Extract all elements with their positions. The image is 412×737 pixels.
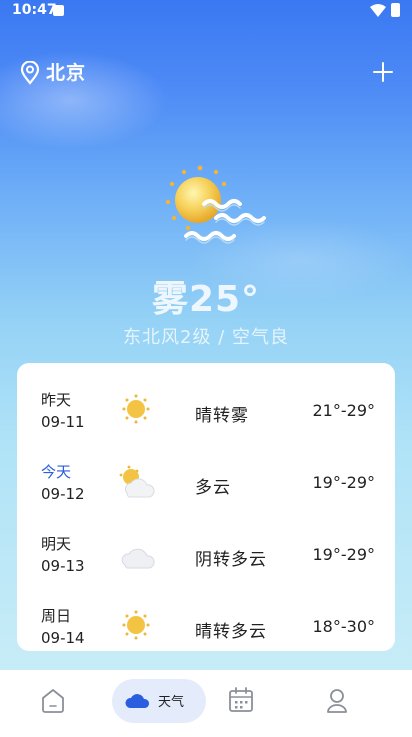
forecast-day: 今天 (41, 463, 72, 481)
forecast-condition: 阴转多云 (195, 550, 267, 570)
forecast-date: 09-13 (41, 557, 85, 575)
bottom-navigation: 天气 (0, 670, 412, 733)
status-time: 10:47 (12, 2, 57, 18)
sun-icon (122, 394, 150, 424)
wifi-icon (370, 4, 386, 17)
add-city-button[interactable] (372, 61, 394, 83)
forecast-condition: 晴转雾 (195, 406, 249, 426)
notification-icon (53, 5, 64, 16)
sun-icon (122, 610, 150, 640)
forecast-range: 18°-30° (312, 617, 376, 636)
forecast-date: 09-11 (41, 413, 85, 431)
forecast-day: 昨天 (41, 391, 72, 409)
city-name[interactable]: 北京 (46, 58, 86, 85)
cloud-icon (125, 694, 150, 708)
forecast-card: 昨天 09-11 晴转雾 21°-29° 今天 09-12 多云 19°-29°… (17, 363, 395, 651)
forecast-range: 19°-29° (312, 473, 376, 492)
nav-home[interactable] (38, 670, 68, 733)
nav-weather-label: 天气 (158, 695, 185, 710)
forecast-day: 明天 (41, 535, 72, 553)
calendar-icon (229, 687, 253, 712)
forecast-row[interactable]: 周日 09-14 晴转多云 18°-30° (17, 605, 395, 651)
forecast-day: 周日 (41, 607, 72, 625)
wind-air-quality: 东北风2级 / 空气良 (123, 327, 289, 348)
fog-sun-icon (165, 165, 266, 244)
forecast-row[interactable]: 今天 09-12 多云 19°-29° (17, 461, 395, 533)
status-bar: 10:47 (0, 0, 412, 22)
forecast-range: 19°-29° (312, 545, 376, 564)
partly-cloudy-icon (119, 465, 155, 498)
forecast-row[interactable]: 明天 09-13 阴转多云 19°-29° (17, 533, 395, 605)
nav-weather[interactable]: 天气 (112, 679, 206, 723)
nav-calendar[interactable] (226, 670, 256, 733)
forecast-date: 09-12 (41, 485, 85, 503)
forecast-condition: 多云 (195, 478, 231, 498)
location-pin-icon[interactable] (20, 61, 40, 85)
forecast-range: 21°-29° (312, 401, 376, 420)
header: 北京 (0, 56, 412, 88)
user-icon (327, 689, 347, 713)
current-temperature: 雾25° (151, 279, 261, 320)
forecast-row[interactable]: 昨天 09-11 晴转雾 21°-29° (17, 389, 395, 461)
forecast-condition: 晴转多云 (195, 622, 267, 642)
nav-profile[interactable] (322, 670, 352, 733)
forecast-date: 09-14 (41, 629, 85, 647)
cloud-icon (121, 548, 155, 569)
home-icon (42, 689, 64, 713)
battery-icon (391, 3, 400, 17)
